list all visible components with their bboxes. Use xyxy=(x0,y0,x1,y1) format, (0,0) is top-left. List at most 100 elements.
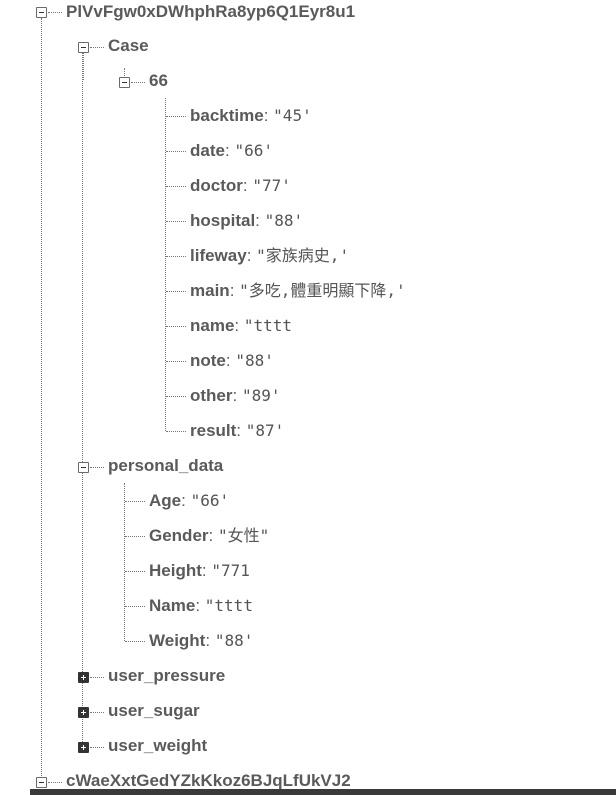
field-row[interactable]: lifeway: "家族病史,' xyxy=(190,246,349,266)
tree-node-user-sugar[interactable]: user_sugar xyxy=(108,701,200,721)
field-value[interactable]: "87' xyxy=(246,421,285,440)
field-key: Gender xyxy=(149,526,209,545)
connector xyxy=(166,431,186,432)
field-separator: : xyxy=(181,491,186,510)
connector xyxy=(166,151,186,152)
root1-collapse-icon[interactable] xyxy=(36,7,47,18)
field-value[interactable]: "tttt xyxy=(244,316,292,335)
field-value[interactable]: "多吃,體重明顯下降,' xyxy=(239,281,406,300)
field-key: name xyxy=(190,316,235,335)
user-weight-expand-icon[interactable] xyxy=(78,742,89,753)
field-value[interactable]: "45' xyxy=(273,106,312,125)
tree-node-root1[interactable]: PlVvFgw0xDWhphRa8yp6Q1Eyr8u1 xyxy=(66,2,355,22)
field-value[interactable]: "66' xyxy=(191,491,230,510)
field-value[interactable]: "77' xyxy=(252,176,291,195)
field-row[interactable]: other: "89' xyxy=(190,386,281,406)
field-key: hospital xyxy=(190,211,256,230)
node-key: user_weight xyxy=(108,736,208,755)
field-row[interactable]: Height: "771 xyxy=(149,561,250,581)
field-row[interactable]: main: "多吃,體重明顯下降,' xyxy=(190,281,406,301)
field-key: doctor xyxy=(190,176,243,195)
user-sugar-expand-icon[interactable] xyxy=(78,707,89,718)
personal-data-collapse-icon[interactable] xyxy=(78,462,89,473)
field-separator: : xyxy=(255,211,260,230)
connector xyxy=(48,12,62,13)
field-value[interactable]: "88' xyxy=(235,351,274,370)
connector xyxy=(125,641,145,642)
connector xyxy=(90,747,104,748)
tree-node-user-pressure[interactable]: user_pressure xyxy=(108,666,225,686)
user-pressure-expand-icon[interactable] xyxy=(78,672,89,683)
field-key: note xyxy=(190,351,226,370)
field-row[interactable]: note: "88' xyxy=(190,351,274,371)
field-row[interactable]: result: "87' xyxy=(190,421,284,441)
node-key: 66 xyxy=(149,71,168,90)
connector xyxy=(125,501,145,502)
field-separator: : xyxy=(242,176,248,195)
node-key: personal_data xyxy=(108,456,224,475)
field-separator: : xyxy=(236,421,242,440)
field-separator: : xyxy=(234,316,240,335)
field-value[interactable]: "tttt xyxy=(205,596,253,615)
tree-node-user-weight[interactable]: user_weight xyxy=(108,736,207,756)
field-separator: : xyxy=(205,631,211,650)
connector xyxy=(125,606,145,607)
tree-line-root xyxy=(41,18,42,786)
connector xyxy=(48,782,62,783)
field-row[interactable]: Name: "tttt xyxy=(149,596,253,616)
node-key: Case xyxy=(108,36,149,55)
connector xyxy=(166,256,186,257)
node-key: user_sugar xyxy=(108,701,200,720)
field-value[interactable]: "88' xyxy=(215,631,254,650)
tree-node-personal-data[interactable]: personal_data xyxy=(108,456,223,476)
field-separator: : xyxy=(246,246,252,265)
connector xyxy=(125,536,145,537)
connector xyxy=(90,677,104,678)
field-key: date xyxy=(190,141,225,160)
field-value[interactable]: "66' xyxy=(234,141,273,160)
connector xyxy=(166,186,186,187)
field-row[interactable]: doctor: "77' xyxy=(190,176,291,196)
field-key: Age xyxy=(149,491,182,510)
case66-collapse-icon[interactable] xyxy=(119,77,130,88)
field-separator: : xyxy=(224,141,230,160)
connector xyxy=(131,82,145,83)
tree-line-personal-fields xyxy=(124,483,125,641)
field-row[interactable]: date: "66' xyxy=(190,141,273,161)
field-row[interactable]: Gender: "女性" xyxy=(149,526,269,546)
tree-node-root2[interactable]: cWaeXxtGedYZkKkoz6BJqLfUkVJ2 xyxy=(66,771,351,791)
tree-line-root-children xyxy=(82,52,83,748)
field-row[interactable]: name: "tttt xyxy=(190,316,292,336)
field-separator: : xyxy=(232,386,238,405)
field-value[interactable]: "88' xyxy=(265,211,304,230)
field-separator: : xyxy=(195,596,201,615)
field-key: backtime xyxy=(190,106,264,125)
case-collapse-icon[interactable] xyxy=(78,42,89,53)
tree-node-case-66[interactable]: 66 xyxy=(149,71,168,91)
connector xyxy=(90,712,104,713)
horizontal-scrollbar[interactable] xyxy=(30,789,616,795)
field-separator: : xyxy=(201,561,207,580)
tree-line-case xyxy=(83,52,84,80)
field-row[interactable]: Age: "66' xyxy=(149,491,229,511)
field-value[interactable]: "家族病史,' xyxy=(256,246,349,265)
root2-collapse-icon[interactable] xyxy=(36,777,47,788)
field-row[interactable]: hospital: "88' xyxy=(190,211,303,231)
node-key: user_pressure xyxy=(108,666,226,685)
connector xyxy=(166,361,186,362)
field-key: Weight xyxy=(149,631,206,650)
tree-line-case66-fields xyxy=(165,98,166,431)
connector xyxy=(90,467,104,468)
field-value[interactable]: "89' xyxy=(242,386,281,405)
node-key: cWaeXxtGedYZkKkoz6BJqLfUkVJ2 xyxy=(66,771,351,790)
field-value[interactable]: "771 xyxy=(211,561,250,580)
field-value[interactable]: "女性" xyxy=(218,526,269,545)
field-separator: : xyxy=(208,526,214,545)
field-key: other xyxy=(190,386,233,405)
connector xyxy=(125,571,145,572)
field-row[interactable]: backtime: "45' xyxy=(190,106,312,126)
field-row[interactable]: Weight: "88' xyxy=(149,631,253,651)
connector xyxy=(166,396,186,397)
tree-node-case[interactable]: Case xyxy=(108,36,149,56)
field-separator: : xyxy=(225,351,231,370)
